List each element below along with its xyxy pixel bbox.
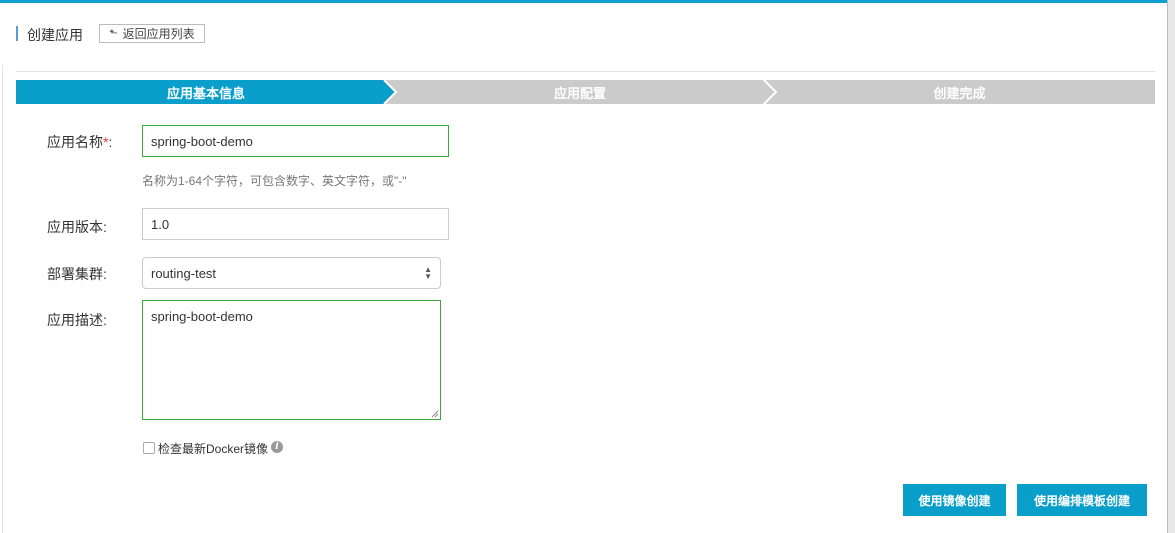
- app-version-input[interactable]: 1.0: [142, 208, 449, 240]
- resize-handle-icon[interactable]: [431, 410, 439, 418]
- step-complete: 创建完成: [764, 80, 1155, 104]
- app-name-label: 应用名称*:: [47, 134, 113, 150]
- cluster-label: 部署集群:: [47, 266, 107, 282]
- divider: [16, 71, 1155, 72]
- title-marker: [16, 26, 18, 41]
- info-icon[interactable]: i: [271, 441, 283, 453]
- check-docker-label: 检查最新Docker镜像: [158, 442, 269, 456]
- step-separator: [763, 80, 778, 104]
- description-textarea[interactable]: spring-boot-demo: [142, 300, 441, 420]
- app-name-input[interactable]: spring-boot-demo: [142, 125, 449, 157]
- select-arrows-icon: ▲ ▼: [424, 265, 432, 281]
- description-label: 应用描述:: [47, 312, 107, 328]
- page-title: 创建应用: [27, 27, 83, 43]
- step-config: 应用配置: [384, 80, 776, 104]
- step-progress: 应用基本信息 应用配置 创建完成: [16, 80, 1155, 104]
- app-name-hint: 名称为1-64个字符，可包含数字、英文字符，或"-": [142, 174, 407, 188]
- back-button-label: 返回应用列表: [122, 27, 195, 41]
- step-basic-info: 应用基本信息: [16, 80, 396, 104]
- step-label: 应用配置: [553, 85, 606, 101]
- step-label: 应用基本信息: [166, 85, 245, 101]
- top-accent-bar: [0, 0, 1175, 3]
- check-docker-checkbox[interactable]: [143, 442, 155, 454]
- back-to-app-list-button[interactable]: ⬑ 返回应用列表: [99, 24, 205, 43]
- scrollbar[interactable]: [1167, 0, 1175, 533]
- left-edge: [0, 65, 3, 533]
- step-label: 创建完成: [933, 85, 986, 101]
- cluster-select[interactable]: routing-test ▲ ▼: [142, 257, 441, 289]
- create-by-image-button[interactable]: 使用镜像创建: [903, 484, 1006, 516]
- app-version-label: 应用版本:: [47, 219, 107, 235]
- back-arrow-icon: ⬑: [109, 28, 118, 39]
- create-by-template-button[interactable]: 使用编排模板创建: [1017, 484, 1147, 516]
- step-separator: [383, 80, 398, 104]
